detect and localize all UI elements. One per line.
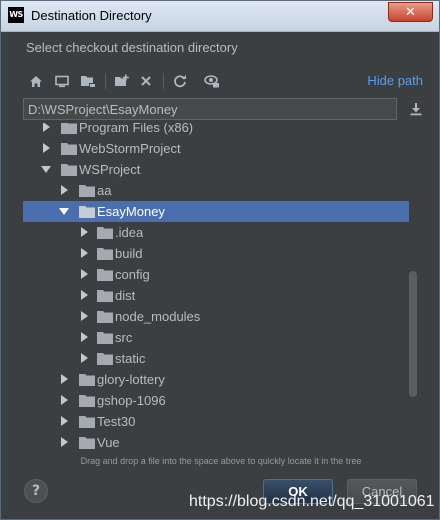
close-button[interactable]: ✕	[388, 2, 433, 22]
tree-row-label: gshop-1096	[97, 393, 166, 408]
chevron-right-icon[interactable]	[59, 374, 69, 384]
tree-row[interactable]: gshop-1096	[23, 390, 409, 411]
tree-row-label: config	[115, 267, 150, 282]
tree-row-label: EsayMoney	[97, 204, 165, 219]
tree-row[interactable]: .idea	[23, 222, 409, 243]
folder-icon	[97, 353, 113, 365]
tree-row-label: Vue	[97, 435, 120, 450]
tree-row[interactable]: Vue	[23, 432, 409, 453]
tree-row[interactable]: static	[23, 348, 409, 369]
tree-row-label: Test30	[97, 414, 136, 429]
tree-row-label: node_modules	[115, 309, 201, 324]
watermark-text: https://blog.csdn.net/qq_31001061	[189, 493, 435, 510]
chevron-right-icon[interactable]	[41, 123, 51, 132]
webstorm-app-icon: WS	[8, 7, 24, 23]
project-folder-icon[interactable]	[77, 69, 99, 93]
tree-row[interactable]: glory-lottery	[23, 369, 409, 390]
folder-icon	[79, 185, 95, 197]
show-hidden-icon[interactable]	[201, 69, 223, 93]
chevron-right-icon[interactable]	[79, 269, 89, 279]
folder-icon	[97, 311, 113, 323]
refresh-icon[interactable]	[169, 69, 191, 93]
chevron-right-icon[interactable]	[41, 143, 51, 153]
tree-row-label: .idea	[115, 225, 144, 240]
toolbar-separator	[163, 73, 164, 89]
download-icon[interactable]	[407, 100, 425, 118]
tree-row[interactable]: WebStormProject	[23, 138, 409, 159]
chevron-down-icon[interactable]	[59, 206, 69, 216]
help-button[interactable]: ?	[24, 479, 48, 503]
home-icon[interactable]	[25, 69, 47, 93]
chevron-right-icon[interactable]	[79, 248, 89, 258]
tree-row[interactable]: config	[23, 264, 409, 285]
tree-row-label: src	[115, 330, 133, 345]
tree-row[interactable]: aa	[23, 180, 409, 201]
chevron-right-icon[interactable]	[79, 311, 89, 321]
folder-icon	[61, 123, 77, 134]
tree-row-label: aa	[97, 183, 112, 198]
tree-scrollbar-thumb[interactable]	[409, 271, 417, 397]
chevron-right-icon[interactable]	[79, 353, 89, 363]
title-bar[interactable]: WS Destination Directory ✕	[1, 1, 439, 32]
tree-row[interactable]: Program Files (x86)	[23, 123, 409, 138]
chevron-right-icon[interactable]	[59, 185, 69, 195]
tree-row-label: WebStormProject	[79, 141, 181, 156]
new-folder-icon[interactable]	[111, 69, 133, 93]
directory-tree[interactable]: Program Files (x86) WebStormProject WSPr…	[23, 123, 421, 453]
folder-icon	[79, 395, 95, 407]
chevron-right-icon[interactable]	[79, 290, 89, 300]
tree-row[interactable]: Test30	[23, 411, 409, 432]
tree-row[interactable]: build	[23, 243, 409, 264]
path-input[interactable]	[23, 98, 397, 120]
tree-row-label: dist	[115, 288, 136, 303]
tree-row-label: build	[115, 246, 143, 261]
folder-icon	[97, 269, 113, 281]
tree-row[interactable]: src	[23, 327, 409, 348]
dialog-subtitle: Select checkout destination directory	[26, 40, 238, 55]
folder-icon	[79, 416, 95, 428]
hide-path-link[interactable]: Hide path	[367, 73, 423, 88]
tree-row-label: static	[115, 351, 146, 366]
tree-row[interactable]: dist	[23, 285, 409, 306]
chevron-down-icon[interactable]	[41, 164, 51, 174]
destination-directory-dialog: WS Destination Directory ✕ Select checko…	[0, 0, 440, 520]
tree-row[interactable]: node_modules	[23, 306, 409, 327]
folder-icon	[97, 227, 113, 239]
tree-row-selected[interactable]: EsayMoney	[23, 201, 409, 222]
folder-icon	[61, 143, 77, 155]
folder-icon	[79, 374, 95, 386]
folder-icon	[79, 437, 95, 449]
delete-icon[interactable]	[135, 69, 157, 93]
toolbar-separator	[105, 73, 106, 89]
window-title: Destination Directory	[31, 8, 152, 23]
folder-icon	[97, 290, 113, 302]
tree-row[interactable]: WSProject	[23, 159, 409, 180]
folder-icon	[79, 206, 95, 218]
folder-icon	[97, 332, 113, 344]
tree-row-label: Program Files (x86)	[79, 123, 194, 135]
desktop-icon[interactable]	[51, 69, 73, 93]
chevron-right-icon[interactable]	[79, 332, 89, 342]
chevron-right-icon[interactable]	[79, 227, 89, 237]
chevron-right-icon[interactable]	[59, 437, 69, 447]
folder-icon	[97, 248, 113, 260]
tree-row-label: WSProject	[79, 162, 141, 177]
folder-icon	[61, 164, 77, 176]
path-row	[23, 98, 427, 122]
file-chooser-toolbar: Hide path	[23, 69, 427, 95]
chevron-right-icon[interactable]	[59, 395, 69, 405]
chevron-right-icon[interactable]	[59, 416, 69, 426]
tree-row-label: glory-lottery	[97, 372, 165, 387]
drag-drop-hint: Drag and drop a file into the space abov…	[80, 456, 362, 466]
